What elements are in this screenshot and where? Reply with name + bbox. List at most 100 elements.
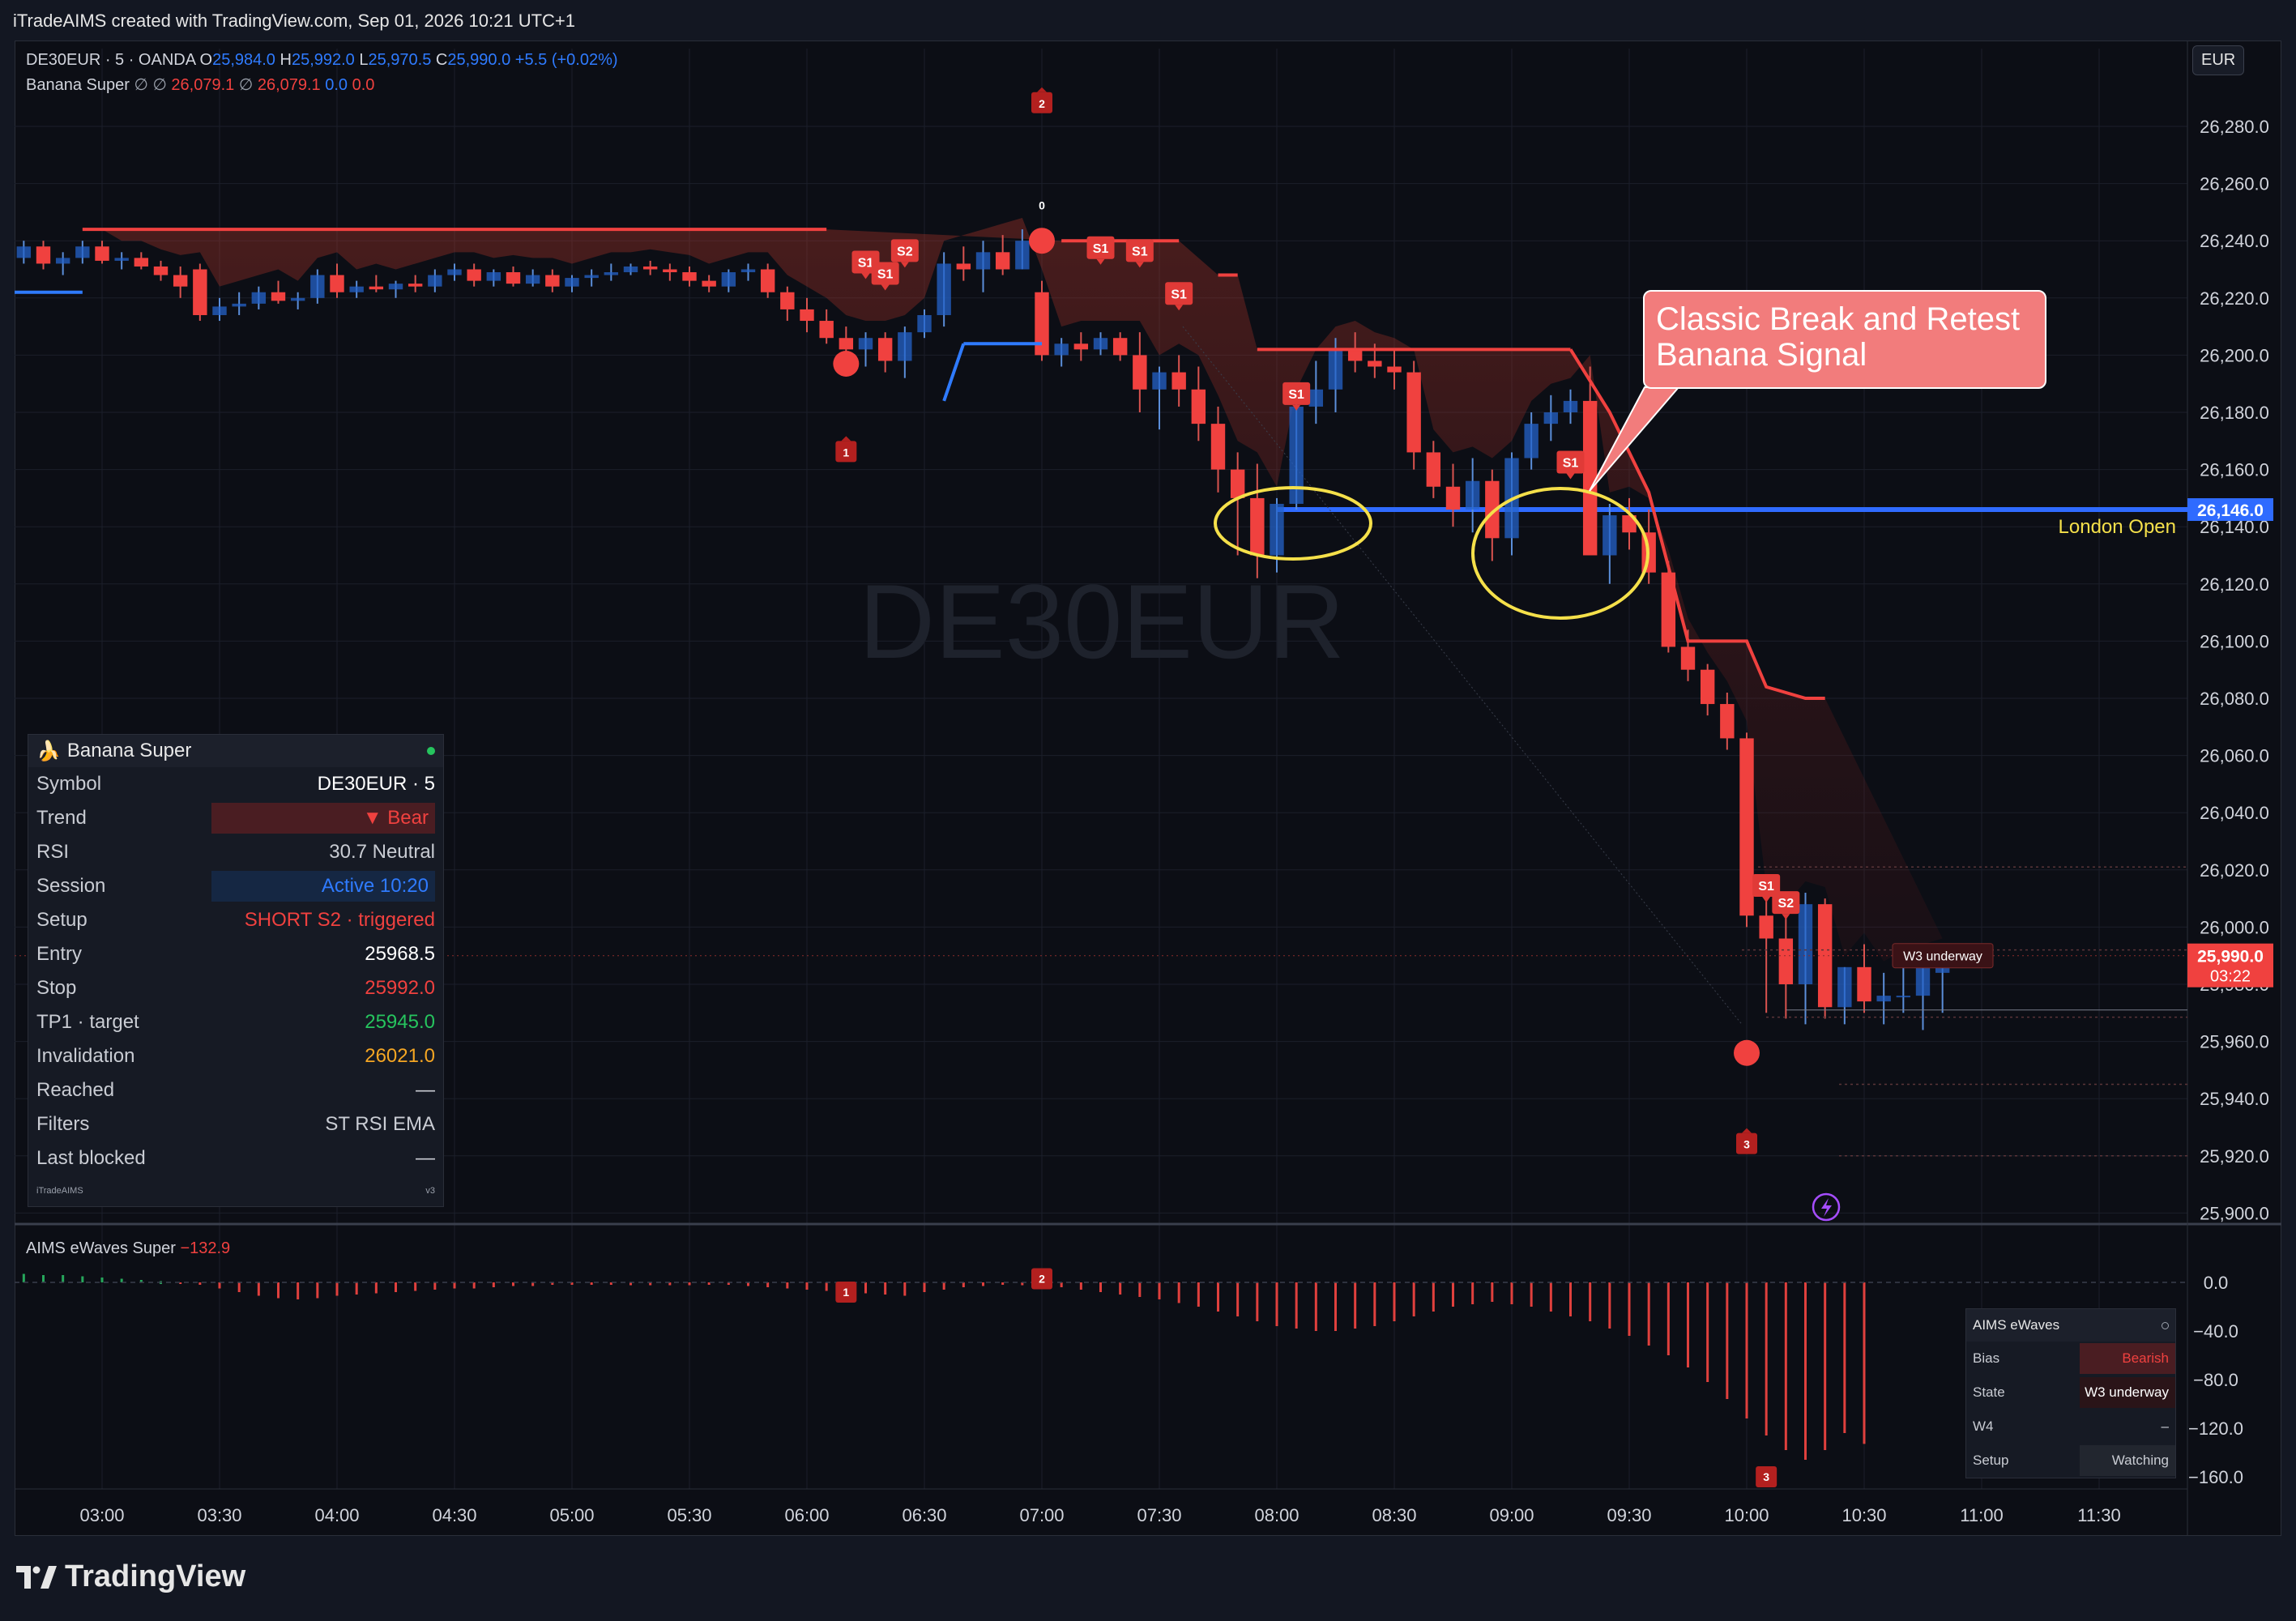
- candle-bear[interactable]: [173, 275, 188, 287]
- candle-bull[interactable]: [1465, 480, 1480, 510]
- candle-bull[interactable]: [1270, 503, 1284, 556]
- candle-bull[interactable]: [898, 332, 912, 361]
- candle-bear[interactable]: [193, 269, 207, 315]
- candle-bull[interactable]: [740, 269, 756, 273]
- candle-bull[interactable]: [1798, 904, 1813, 984]
- candle-bear[interactable]: [545, 275, 560, 287]
- candle-bull[interactable]: [1603, 515, 1617, 556]
- candle-bear[interactable]: [134, 258, 149, 267]
- candle-bull[interactable]: [584, 275, 599, 279]
- candle-bear[interactable]: [330, 275, 344, 292]
- candle-bull[interactable]: [937, 263, 951, 315]
- tradingview-logo[interactable]: TradingView: [16, 1559, 245, 1594]
- candle-bull[interactable]: [1308, 389, 1324, 407]
- candle-bull[interactable]: [565, 278, 579, 287]
- candle-bull[interactable]: [388, 284, 403, 290]
- candle-bear[interactable]: [682, 272, 697, 281]
- candle-bear[interactable]: [1171, 372, 1186, 390]
- candle-bull[interactable]: [251, 292, 267, 304]
- candle-bear[interactable]: [1426, 452, 1441, 487]
- candle-bear[interactable]: [1406, 372, 1421, 453]
- candle-bear[interactable]: [1250, 497, 1265, 556]
- candle-bear[interactable]: [1387, 366, 1402, 373]
- candle-bull[interactable]: [0, 258, 11, 275]
- candle-bull[interactable]: [447, 269, 462, 275]
- row-value: 25945.0: [365, 1011, 435, 1033]
- candle-bull[interactable]: [1054, 343, 1069, 356]
- candle-bull[interactable]: [232, 303, 246, 307]
- candle-bear[interactable]: [995, 252, 1010, 270]
- candle-bull[interactable]: [975, 252, 991, 270]
- candle-bull[interactable]: [75, 246, 90, 258]
- candle-bear[interactable]: [1778, 938, 1794, 984]
- indicator-value-1: 26,079.1: [171, 76, 235, 94]
- indicator-name[interactable]: Banana Super: [26, 76, 130, 94]
- candle-bear[interactable]: [1700, 669, 1715, 705]
- candle-bear[interactable]: [1347, 349, 1363, 361]
- candle-bear[interactable]: [1739, 738, 1754, 916]
- candle-bull[interactable]: [1876, 996, 1891, 1002]
- candle-bear[interactable]: [1720, 704, 1735, 739]
- candle-bear[interactable]: [1230, 469, 1245, 498]
- candle-bull[interactable]: [1015, 241, 1030, 270]
- candle-bull[interactable]: [858, 338, 873, 350]
- candle-bear[interactable]: [1817, 904, 1833, 1008]
- candle-bull[interactable]: [1152, 372, 1167, 390]
- candle-bear[interactable]: [369, 286, 384, 290]
- candle-bear[interactable]: [1680, 646, 1696, 670]
- candle-bull[interactable]: [1328, 349, 1343, 390]
- candle-bull[interactable]: [1563, 400, 1578, 412]
- candle-bear[interactable]: [1112, 338, 1128, 356]
- candle-bull[interactable]: [721, 272, 736, 287]
- candle-bear[interactable]: [780, 292, 795, 309]
- candle-bull[interactable]: [1837, 966, 1852, 1008]
- candle-bull[interactable]: [486, 272, 501, 281]
- candle-bull[interactable]: [623, 266, 638, 273]
- candle-bear[interactable]: [271, 292, 286, 301]
- candle-bull[interactable]: [1543, 412, 1559, 424]
- candle-bear[interactable]: [1445, 486, 1461, 510]
- candle-bull[interactable]: [290, 297, 305, 301]
- candle-bull[interactable]: [1524, 424, 1538, 459]
- candle-bear[interactable]: [36, 246, 51, 264]
- candle-bear[interactable]: [408, 284, 423, 287]
- candle-bear[interactable]: [1073, 343, 1089, 350]
- candle-bear[interactable]: [760, 269, 775, 292]
- candle-bear[interactable]: [1582, 400, 1598, 556]
- ewaves-name[interactable]: AIMS eWaves Super: [26, 1239, 176, 1257]
- candle-bear[interactable]: [467, 269, 481, 281]
- candle-bull[interactable]: [114, 258, 129, 261]
- candle-bear[interactable]: [663, 269, 677, 273]
- candle-bull[interactable]: [917, 314, 932, 333]
- candle-bull[interactable]: [525, 275, 540, 284]
- candle-bear[interactable]: [1035, 292, 1049, 356]
- candle-bull[interactable]: [604, 272, 619, 275]
- candle-bull[interactable]: [1896, 996, 1911, 998]
- candle-bull[interactable]: [212, 306, 227, 315]
- candle-bull[interactable]: [349, 286, 364, 292]
- candle-bear[interactable]: [153, 266, 169, 275]
- candle-bull[interactable]: [1093, 338, 1108, 350]
- candle-bear[interactable]: [1368, 360, 1382, 367]
- candle-bear[interactable]: [1759, 915, 1773, 939]
- candle-bull[interactable]: [310, 275, 325, 298]
- candle-bull[interactable]: [16, 246, 32, 258]
- annotation-callout[interactable]: Classic Break and Retest Banana Signal: [1643, 290, 2046, 389]
- candle-bull[interactable]: [428, 275, 442, 287]
- candle-bear[interactable]: [956, 263, 971, 270]
- symbol-label[interactable]: DE30EUR · 5 · OANDA: [26, 51, 195, 69]
- candle-bear[interactable]: [1133, 355, 1147, 390]
- candle-bear[interactable]: [506, 272, 521, 284]
- candle-bear[interactable]: [1191, 389, 1206, 424]
- candle-bull[interactable]: [55, 258, 70, 264]
- candle-bear[interactable]: [642, 266, 658, 270]
- currency-button[interactable]: EUR: [2192, 45, 2245, 75]
- candle-bear[interactable]: [800, 309, 814, 322]
- candle-bear[interactable]: [819, 321, 834, 339]
- candle-bear[interactable]: [1857, 966, 1871, 1002]
- candle-bear[interactable]: [839, 338, 854, 350]
- candle-bear[interactable]: [702, 280, 716, 287]
- candle-bear[interactable]: [877, 338, 893, 361]
- candle-bear[interactable]: [1210, 424, 1226, 470]
- candle-bear[interactable]: [95, 246, 109, 261]
